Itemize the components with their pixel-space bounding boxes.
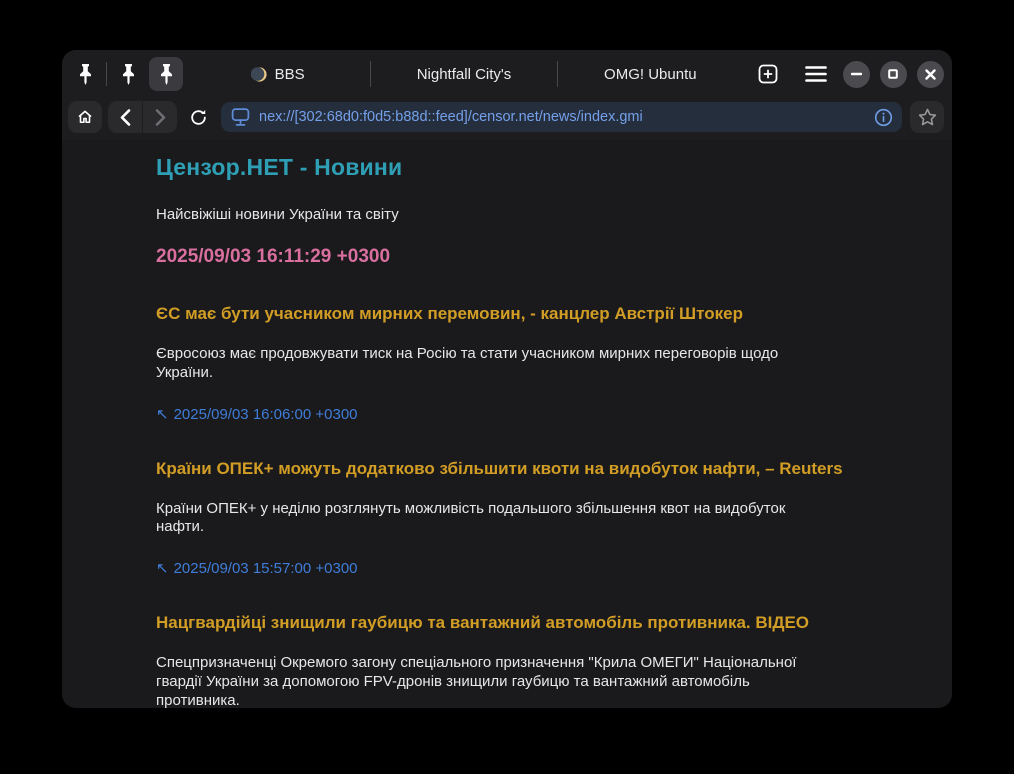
page-info-button[interactable] [874, 108, 893, 127]
back-button[interactable] [108, 101, 142, 133]
tab-omg-ubuntu[interactable]: OMG! Ubuntu [558, 50, 743, 98]
bookmark-button[interactable] [910, 101, 944, 133]
tab-bbs[interactable]: BBS [185, 50, 370, 98]
pinned-tab-separator [106, 62, 107, 86]
new-tab-button[interactable] [751, 57, 785, 91]
maximize-icon [888, 69, 898, 79]
article-link[interactable]: ↖ 2025/09/03 15:57:00 +0300 [156, 559, 862, 577]
info-icon [874, 108, 893, 127]
reload-icon [189, 108, 208, 127]
minimize-icon [851, 72, 862, 76]
news-article: ЄС має бути учасником мирних перемовин, … [156, 304, 862, 423]
moon-icon [251, 66, 268, 83]
url-bar[interactable]: nex://[302:68d0:f0d5:b88d::feed]/censor.… [221, 102, 902, 132]
pinned-tab-3-active[interactable] [149, 57, 183, 91]
article-link[interactable]: ↖ 2025/09/03 16:06:00 +0300 [156, 405, 862, 423]
home-icon [76, 108, 94, 126]
tab-label: BBS [275, 66, 305, 83]
tab-bar: BBS Nightfall City's OMG! Ubuntu [62, 50, 952, 98]
reload-button[interactable] [181, 101, 215, 133]
article-headline: Країни ОПЕК+ можуть додатково збільшити … [156, 459, 862, 479]
home-button[interactable] [68, 101, 102, 133]
article-link-label: 2025/09/03 16:06:00 +0300 [174, 406, 358, 423]
browser-window: BBS Nightfall City's OMG! Ubuntu [62, 50, 952, 708]
article-headline: Нацгвардійці знищили гаубицю та вантажни… [156, 613, 862, 633]
tab-label: Nightfall City's [417, 66, 512, 83]
article-link-label: 2025/09/03 15:57:00 +0300 [174, 560, 358, 577]
news-article: Країни ОПЕК+ можуть додатково збільшити … [156, 459, 862, 578]
maximize-button[interactable] [880, 61, 907, 88]
close-button[interactable] [917, 61, 944, 88]
menu-button[interactable] [799, 57, 833, 91]
new-tab-icon [758, 64, 778, 84]
monitor-icon [230, 107, 251, 127]
tab-nightfall-citys[interactable]: Nightfall City's [371, 50, 556, 98]
page-subtitle: Найсвіжіші новини України та світу [156, 206, 862, 223]
tab-label: OMG! Ubuntu [604, 66, 697, 83]
url-text[interactable]: nex://[302:68d0:f0d5:b88d::feed]/censor.… [259, 109, 874, 125]
page-title: Цензор.НЕТ - Новини [156, 154, 862, 181]
article-summary: Країни ОПЕК+ у неділю розглянуть можливі… [156, 500, 816, 538]
navigation-bar: nex://[302:68d0:f0d5:b88d::feed]/censor.… [62, 98, 952, 140]
northwest-arrow-icon: ↖ [156, 559, 169, 577]
pinned-tab-1[interactable] [68, 57, 102, 91]
news-article: Нацгвардійці знищили гаубицю та вантажни… [156, 613, 862, 708]
pin-icon [121, 64, 136, 85]
pin-icon [159, 64, 174, 85]
article-headline: ЄС має бути учасником мирних перемовин, … [156, 304, 862, 324]
article-summary: Євросоюз має продовжувати тиск на Росію … [156, 345, 816, 383]
feed-timestamp-heading: 2025/09/03 16:11:29 +0300 [156, 246, 862, 268]
minimize-button[interactable] [843, 61, 870, 88]
chevron-right-icon [155, 109, 166, 126]
chevron-left-icon [120, 109, 131, 126]
history-button-group [108, 101, 177, 133]
hamburger-icon [805, 65, 827, 83]
northwest-arrow-icon: ↖ [156, 405, 169, 423]
article-summary: Спецпризначенці Окремого загону спеціаль… [156, 654, 816, 708]
star-icon [918, 108, 937, 126]
close-icon [925, 69, 936, 80]
page-content: Цензор.НЕТ - Новини Найсвіжіші новини Ук… [62, 140, 952, 708]
pin-icon [78, 64, 93, 85]
pinned-tab-2[interactable] [111, 57, 145, 91]
forward-button[interactable] [143, 101, 177, 133]
